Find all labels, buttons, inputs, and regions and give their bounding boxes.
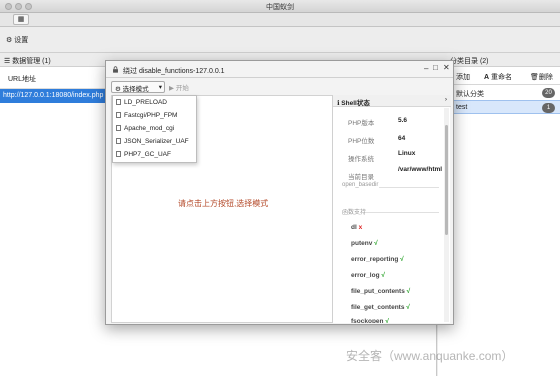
lock-icon (113, 66, 118, 73)
function-name: fsockopen (351, 318, 384, 323)
info-key: 操作系统 (348, 156, 374, 163)
function-name: file_put_contents (351, 288, 405, 295)
menu-item-json-serializer-uaf[interactable]: JSON_Serializer_UAF (116, 138, 189, 145)
status-mark: √ (381, 272, 385, 279)
info-value: 5.6 (398, 117, 408, 124)
file-icon (116, 125, 121, 131)
watermark-text: 安全客（www.anquanke.com） (346, 349, 514, 363)
gear-icon: ⚙ (115, 86, 121, 93)
info-key: PHP版本 (348, 120, 375, 127)
title-bar: 中国蚁剑 (0, 0, 560, 13)
function-item: dl x (351, 224, 362, 231)
delete-category-button[interactable]: 🗑删除 (530, 72, 553, 82)
category-name: test (456, 104, 468, 111)
info-value: Linux (398, 150, 416, 157)
function-item: file_put_contents √ (351, 288, 410, 295)
category-header: 分类目录 (2) (438, 53, 560, 67)
mode-select-label: 选择模式 (122, 86, 149, 93)
category-name: 默认分类 (456, 91, 484, 98)
category-toolbar: 添加 A 重命名 🗑删除 (438, 67, 560, 85)
rename-icon: A (484, 74, 490, 81)
play-icon: ▶ (169, 85, 174, 92)
status-mark: √ (400, 256, 404, 263)
status-mark: x (358, 224, 363, 231)
close-icon[interactable]: ✕ (443, 63, 450, 72)
settings-bar: ⚙ 设置 (0, 27, 560, 53)
function-item: putenv √ (351, 240, 378, 247)
list-icon: ☰ (4, 58, 11, 65)
home-tab-button[interactable]: ▦ (13, 14, 29, 25)
info-icon: ℹ (337, 100, 340, 107)
file-icon (116, 112, 121, 118)
add-category-button[interactable]: 添加 (456, 72, 470, 82)
mode-select-button[interactable]: ⚙ 选择模式 ▾ (111, 81, 165, 93)
gear-icon: ⚙ (6, 37, 13, 44)
divider (379, 187, 439, 188)
status-mark: √ (406, 288, 411, 295)
function-name: dl (351, 224, 357, 231)
menu-item-label: Apache_mod_cgi (124, 125, 175, 132)
menu-item-apache-mod-cgi[interactable]: Apache_mod_cgi (116, 125, 174, 132)
category-panel: 分类目录 (2) 添加 A 重命名 🗑删除 默认分类 20 test 1 (438, 53, 560, 376)
shell-status-header[interactable]: ℹ Shell状态 › (333, 95, 451, 107)
category-count-badge: 20 (542, 88, 555, 98)
menu-item-label: LD_PRELOAD (124, 99, 167, 106)
grid-icon: ▦ (17, 16, 25, 23)
function-name: error_reporting (351, 256, 399, 263)
function-item: error_reporting √ (351, 256, 404, 263)
function-item: fsockopen √ (351, 318, 389, 323)
menu-item-php7-gc-uaf[interactable]: PHP7_GC_UAF (116, 151, 171, 158)
info-key: 当前目录 (348, 174, 374, 181)
tab-bar: ▦ (0, 13, 560, 27)
settings-button[interactable]: ⚙ 设置 (6, 35, 28, 45)
info-value: 64 (398, 135, 406, 142)
chevron-down-icon: ▾ (158, 84, 162, 91)
function-name: file_get_contents (351, 304, 405, 311)
menu-item-label: JSON_Serializer_UAF (124, 138, 189, 145)
file-icon (116, 151, 121, 157)
menu-item-label: PHP7_GC_UAF (124, 151, 171, 158)
trash-icon: 🗑 (530, 74, 539, 81)
menu-item-label: Fastcgi/PHP_FPM (124, 112, 178, 119)
settings-label: 设置 (14, 37, 29, 44)
info-value: /var/www/html (398, 166, 442, 173)
function-name: putenv (351, 240, 373, 247)
list-item[interactable]: test 1 (438, 100, 560, 114)
rename-category-button[interactable]: A 重命名 (484, 72, 512, 82)
maximize-icon[interactable]: □ (433, 63, 438, 72)
bypass-disable-functions-dialog: 绕过 disable_functions-127.0.0.1 ‒ □ ✕ ⚙ 选… (105, 60, 454, 325)
file-icon (116, 99, 121, 105)
function-name: error_log (351, 272, 380, 279)
scrollbar-thumb[interactable] (445, 125, 448, 235)
hint-text: 请点击上方按钮,选择模式 (178, 199, 269, 208)
data-manager-title: 数据管理 (1) (12, 58, 51, 65)
function-support-label: 函数支持 (342, 210, 367, 216)
open-basedir-label: open_basedir (342, 182, 379, 188)
shell-status-panel: ℹ Shell状态 › PHP版本 5.6 PHP位数 64 操作系统 Linu… (332, 95, 451, 323)
app-title: 中国蚁剑 (266, 4, 294, 11)
shell-status-title: Shell状态 (341, 100, 370, 107)
dialog-toolbar: ⚙ 选择模式 ▾ ▶ 开始 (106, 78, 331, 94)
info-key: PHP位数 (348, 138, 375, 145)
function-item: error_log √ (351, 272, 385, 279)
menu-item-fastcgi[interactable]: Fastcgi/PHP_FPM (116, 112, 177, 119)
divider (365, 212, 439, 213)
menu-item-ld-preload[interactable]: LD_PRELOAD (116, 99, 167, 106)
status-mark: √ (406, 304, 410, 311)
delete-label: 删除 (538, 74, 553, 81)
list-item[interactable]: 默认分类 20 (438, 86, 560, 100)
status-mark: √ (385, 318, 389, 323)
rename-label: 重命名 (491, 74, 513, 81)
function-item: file_get_contents √ (351, 304, 410, 311)
start-button[interactable]: ▶ 开始 (169, 82, 189, 92)
dialog-title-bar[interactable]: 绕过 disable_functions-127.0.0.1 ‒ □ ✕ (106, 61, 453, 78)
chevron-right-icon: › (444, 96, 447, 103)
start-label: 开始 (175, 85, 189, 92)
file-icon (116, 138, 121, 144)
dialog-title: 绕过 disable_functions-127.0.0.1 (123, 68, 225, 75)
status-mark: √ (374, 240, 378, 247)
category-count-badge: 1 (542, 103, 555, 113)
mode-dropdown-menu: LD_PRELOAD Fastcgi/PHP_FPM Apache_mod_cg… (112, 95, 197, 163)
minimize-icon[interactable]: ‒ (424, 64, 428, 73)
